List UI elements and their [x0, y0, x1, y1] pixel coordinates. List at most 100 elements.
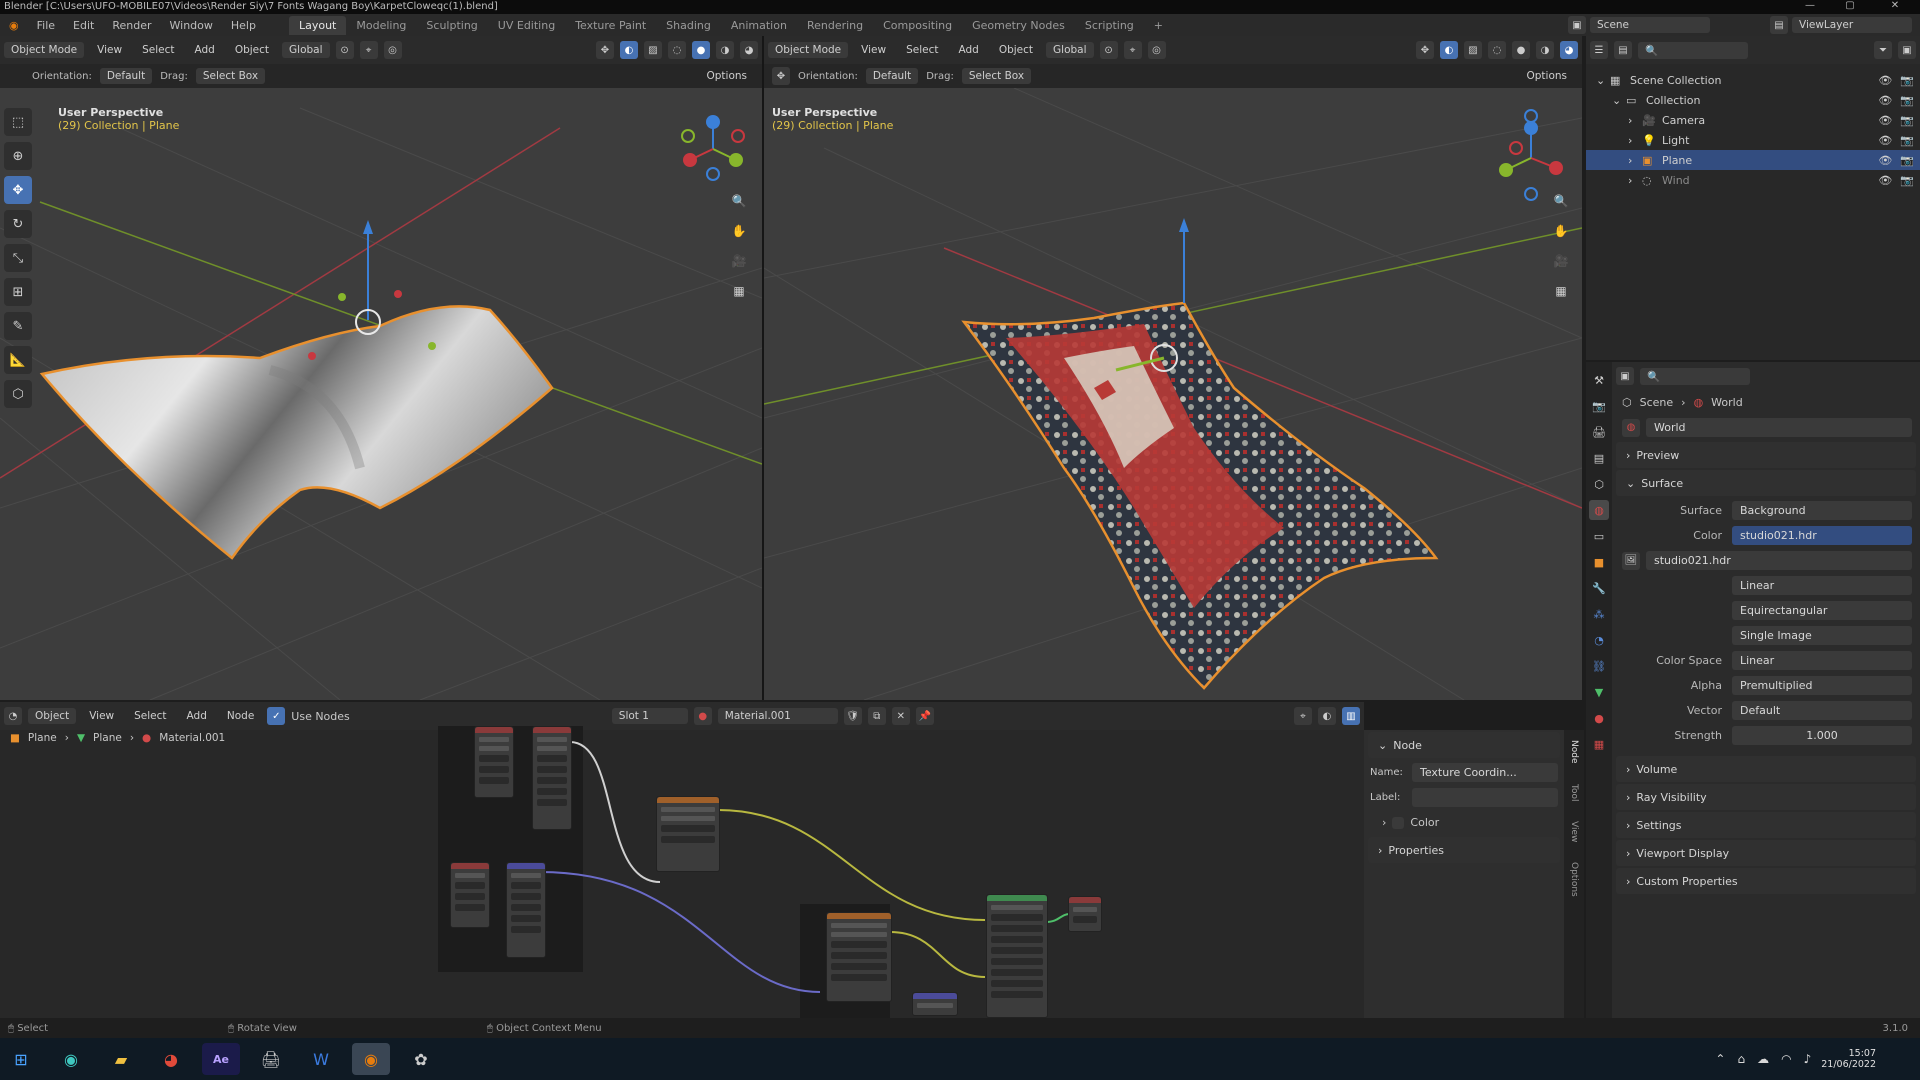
camera-view-icon[interactable]: 🎥: [728, 250, 750, 272]
menu-render[interactable]: Render: [103, 19, 160, 32]
gizmo-y-handle[interactable]: [338, 293, 346, 301]
measure-tool-icon[interactable]: 📐: [4, 346, 32, 374]
side-tab-tool[interactable]: Tool: [1569, 784, 1579, 801]
minimize-button[interactable]: —: [1795, 0, 1825, 14]
shader-node-3[interactable]: [450, 862, 490, 928]
tray-chevron-icon[interactable]: ⌃: [1715, 1052, 1725, 1066]
tray-cloud-icon[interactable]: ☁: [1757, 1052, 1769, 1066]
tray-volume-icon[interactable]: ♪: [1804, 1052, 1812, 1066]
solid-shading-icon[interactable]: ●: [692, 41, 710, 59]
cloth-mesh-solid[interactable]: [39, 305, 554, 560]
visibility-eye-icon[interactable]: 👁: [1878, 174, 1892, 187]
view-layer-tab-icon[interactable]: ▤: [1589, 448, 1609, 468]
node-panel-header[interactable]: ⌄ Node: [1368, 732, 1560, 758]
file-explorer-icon[interactable]: ▰: [102, 1043, 140, 1075]
visibility-eye-icon[interactable]: 👁: [1878, 114, 1892, 127]
render-visibility-icon[interactable]: 📷: [1900, 174, 1914, 187]
left-viewport-scene[interactable]: [0, 88, 762, 700]
shader-node-6[interactable]: [912, 992, 958, 1016]
tab-sculpting[interactable]: Sculpting: [416, 16, 487, 35]
visibility-eye-icon[interactable]: 👁: [1878, 74, 1892, 87]
outliner-row[interactable]: ⌄ ▦ Scene Collection 👁 📷: [1586, 70, 1920, 90]
pan-hand-icon[interactable]: ✋: [728, 220, 750, 242]
expand-arrow-icon[interactable]: ⌄: [1612, 94, 1626, 107]
side-tab-node[interactable]: Node: [1569, 740, 1579, 764]
side-tab-options[interactable]: Options: [1569, 862, 1579, 897]
vector-field[interactable]: Default: [1732, 701, 1912, 720]
data-tab-icon[interactable]: ▼: [1589, 682, 1609, 702]
left-menu-select[interactable]: Select: [135, 42, 181, 58]
scene-tab-icon[interactable]: ⬡: [1589, 474, 1609, 494]
outliner-row[interactable]: ⌄ ▭ Collection 👁 📷: [1586, 90, 1920, 110]
show-gizmo-icon[interactable]: ✥: [596, 41, 614, 59]
shader-node-5[interactable]: [656, 796, 720, 872]
right-orientation-dropdown[interactable]: Default: [865, 68, 919, 84]
filter-icon[interactable]: ⏷: [1874, 41, 1892, 59]
left-menu-add[interactable]: Add: [187, 42, 221, 58]
left-options-button[interactable]: Options: [699, 68, 754, 84]
solid-shading-icon[interactable]: ●: [1512, 41, 1530, 59]
color-input-field[interactable]: studio021.hdr: [1732, 526, 1912, 545]
render-visibility-icon[interactable]: 📷: [1900, 94, 1914, 107]
render-visibility-icon[interactable]: 📷: [1900, 114, 1914, 127]
render-tab-icon[interactable]: 📷: [1589, 396, 1609, 416]
left-drag-dropdown[interactable]: Select Box: [195, 68, 266, 84]
wireframe-shading-icon[interactable]: ◌: [668, 41, 686, 59]
chrome-icon[interactable]: ◕: [152, 1043, 190, 1075]
outliner-row[interactable]: › 🎥 Camera 👁 📷: [1586, 110, 1920, 130]
move-tool-icon[interactable]: ✥: [4, 176, 32, 204]
maximize-button[interactable]: ▢: [1835, 0, 1865, 14]
left-menu-object[interactable]: Object: [228, 42, 276, 58]
right-3d-viewport[interactable]: Object Mode View Select Add Object Globa…: [764, 36, 1582, 700]
shader-node-2[interactable]: [532, 726, 572, 830]
panel-surface[interactable]: ⌄ Surface: [1616, 470, 1916, 496]
physics-tab-icon[interactable]: ◔: [1589, 630, 1609, 650]
expand-icon[interactable]: ›: [1382, 816, 1386, 829]
ortho-toggle-icon[interactable]: ▦: [728, 280, 750, 302]
snap-icon[interactable]: ⌖: [1123, 41, 1142, 59]
projection-dropdown[interactable]: Equirectangular: [1732, 601, 1912, 620]
display-mode-icon[interactable]: ▤: [1614, 41, 1632, 59]
world-name-field[interactable]: World: [1646, 418, 1912, 437]
object-tab-icon[interactable]: ■: [1589, 552, 1609, 572]
wireframe-shading-icon[interactable]: ◌: [1488, 41, 1506, 59]
close-button[interactable]: ✕: [1880, 0, 1910, 14]
printer-app-icon[interactable]: 🖨: [252, 1043, 290, 1075]
edge-browser-icon[interactable]: ◉: [52, 1043, 90, 1075]
side-tab-view[interactable]: View: [1569, 821, 1579, 842]
material-shading-icon[interactable]: ◑: [716, 41, 734, 59]
left-3d-viewport[interactable]: Object Mode View Select Add Object Globa…: [0, 36, 762, 700]
right-menu-object[interactable]: Object: [992, 42, 1040, 58]
right-menu-view[interactable]: View: [854, 42, 893, 58]
tray-network-icon[interactable]: ⌂: [1737, 1052, 1745, 1066]
render-visibility-icon[interactable]: 📷: [1900, 74, 1914, 87]
xray-icon[interactable]: ▨: [644, 41, 662, 59]
scale-tool-icon[interactable]: ⤡: [4, 244, 32, 272]
tab-animation[interactable]: Animation: [721, 16, 797, 35]
outliner-row[interactable]: › 💡 Light 👁 📷: [1586, 130, 1920, 150]
menu-window[interactable]: Window: [161, 19, 222, 32]
overlays-icon[interactable]: ◐: [620, 41, 638, 59]
pan-hand-icon[interactable]: ✋: [1550, 220, 1572, 242]
rendered-shading-icon[interactable]: ◕: [1560, 41, 1578, 59]
world-browse-icon[interactable]: ◍: [1622, 418, 1640, 437]
outliner-row[interactable]: › ▣ Plane 👁 📷: [1586, 150, 1920, 170]
particles-tab-icon[interactable]: ⁂: [1589, 604, 1609, 624]
ortho-toggle-icon[interactable]: ▦: [1550, 280, 1572, 302]
rotate-tool-icon[interactable]: ↻: [4, 210, 32, 238]
new-collection-icon[interactable]: ▣: [1898, 41, 1916, 59]
tab-geometry-nodes[interactable]: Geometry Nodes: [962, 16, 1075, 35]
left-mode-selector[interactable]: Object Mode: [4, 42, 85, 58]
panel-volume[interactable]: › Volume: [1616, 756, 1916, 782]
zoom-icon[interactable]: 🔍: [728, 190, 750, 212]
app-icon[interactable]: ✿: [402, 1043, 440, 1075]
panel-custom-properties[interactable]: › Custom Properties: [1616, 868, 1916, 894]
blender-logo-icon[interactable]: ◉: [0, 19, 28, 32]
color-space-dropdown[interactable]: Linear: [1732, 651, 1912, 670]
scene-icon[interactable]: ▣: [1568, 16, 1586, 34]
xray-icon[interactable]: ▨: [1464, 41, 1482, 59]
right-options-button[interactable]: Options: [1519, 68, 1574, 84]
node-color-checkbox[interactable]: [1392, 816, 1405, 829]
panel-settings[interactable]: › Settings: [1616, 812, 1916, 838]
surface-shader-field[interactable]: Background: [1732, 501, 1912, 520]
